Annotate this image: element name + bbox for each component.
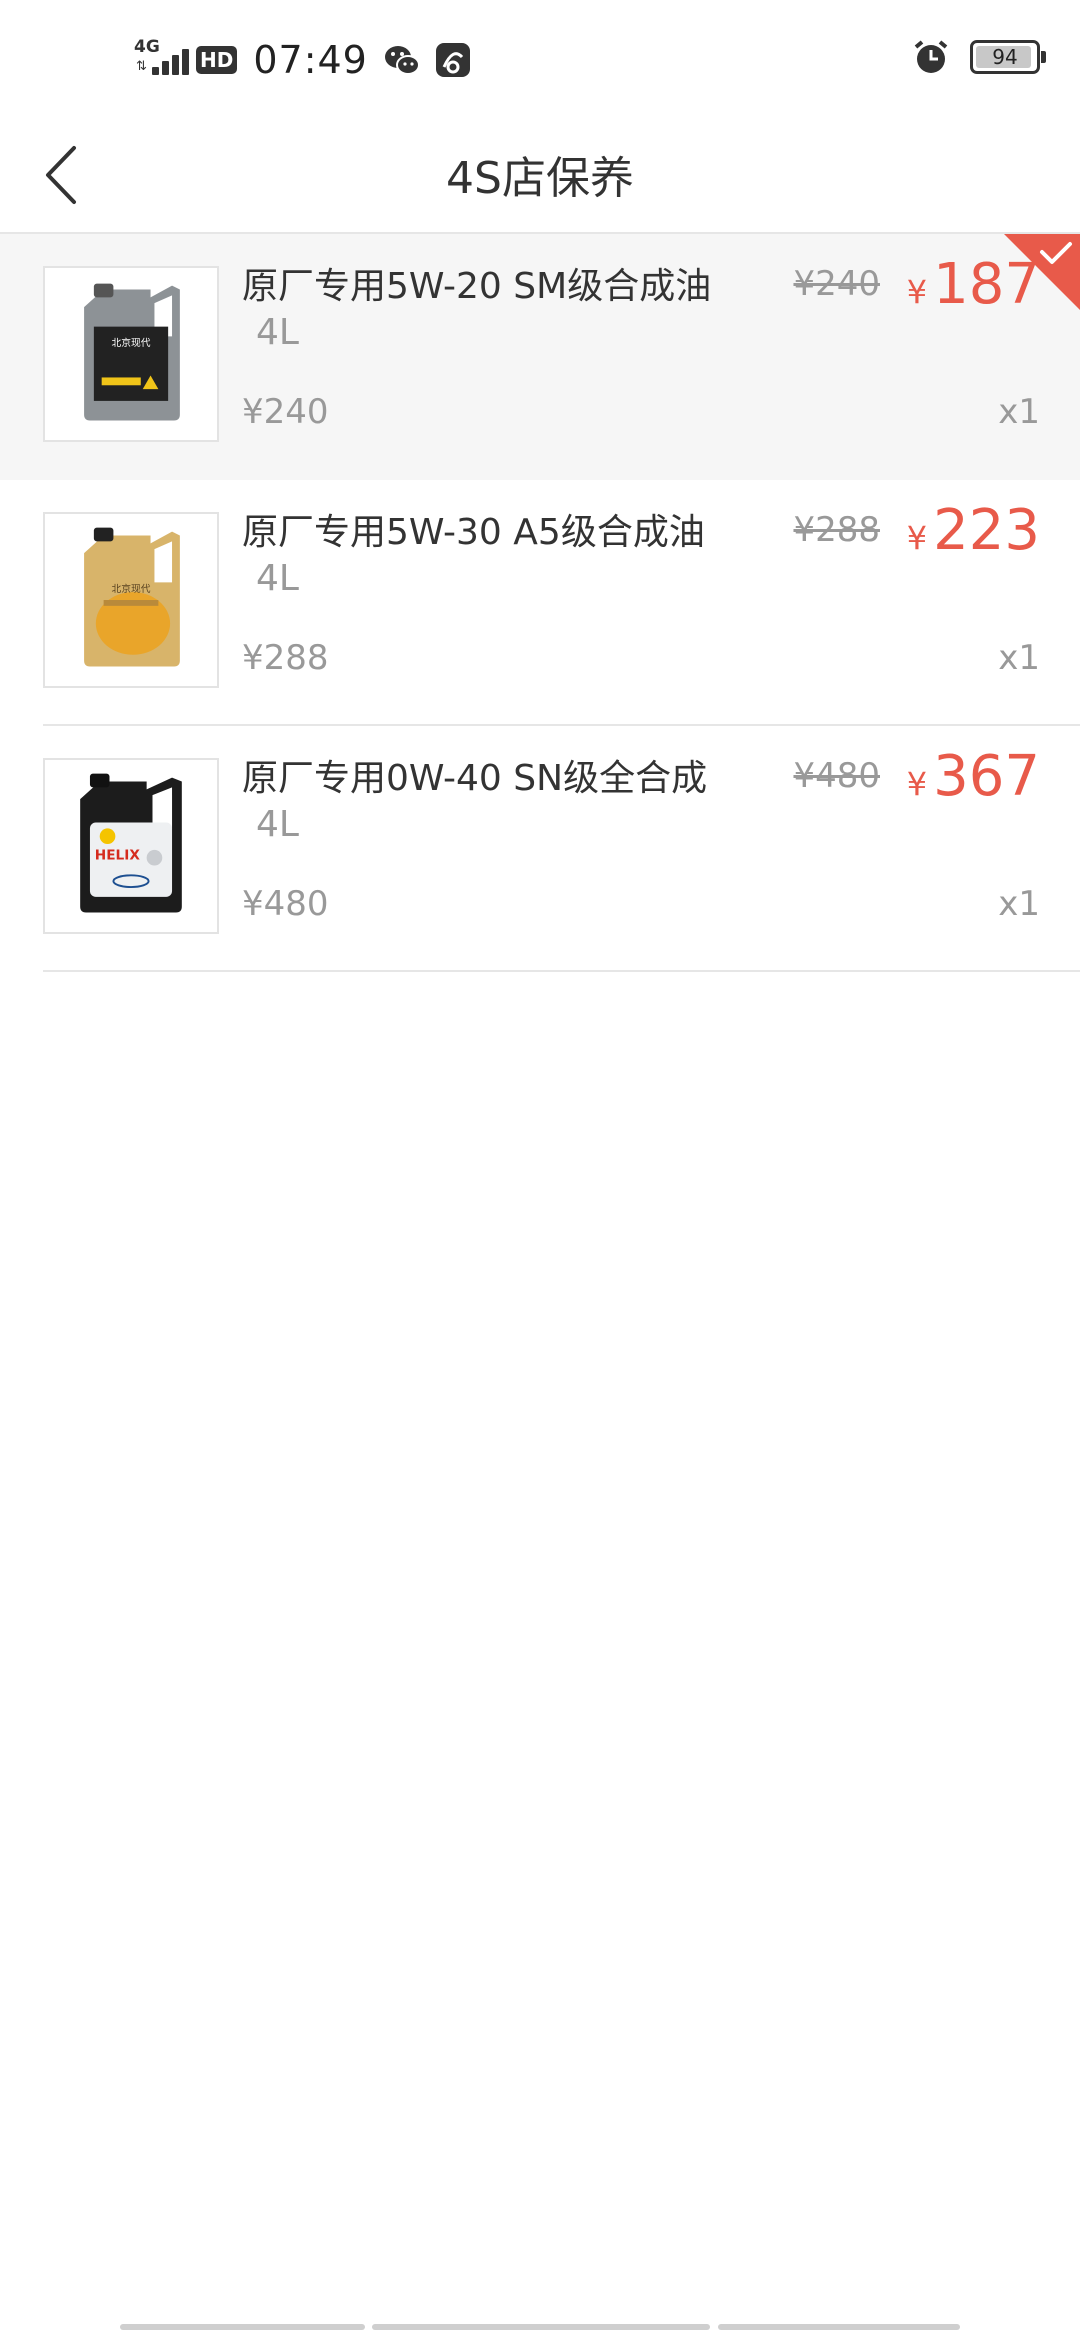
sale-price: ¥223 [907, 498, 1040, 563]
price-value: 223 [933, 498, 1040, 563]
divider [43, 970, 1080, 972]
product-size: 4L [256, 558, 299, 599]
list-price: ¥480 [242, 884, 329, 924]
gesture-nav-bar [0, 2324, 1080, 2332]
price-value: 367 [933, 744, 1040, 809]
list-item[interactable]: 北京现代 原厂专用5W-30 A5级合成油 4L ¥288 ¥223 ¥288 x… [0, 480, 1080, 726]
data-arrows-icon: ⇅ [136, 59, 147, 74]
product-name: 原厂专用0W-40 SN级全合成 4L [242, 756, 732, 848]
product-title: 原厂专用0W-40 SN级全合成 [242, 758, 708, 799]
product-name: 原厂专用5W-30 A5级合成油 4L [242, 510, 732, 602]
quantity: x1 [998, 392, 1040, 432]
original-price: ¥240 [793, 264, 880, 304]
list-item[interactable]: 北京现代 原厂专用5W-20 SM级合成油4L ¥240 ¥187 ¥240 x… [0, 234, 1080, 480]
app-notification-icon [435, 43, 470, 77]
currency-symbol: ¥ [906, 765, 928, 803]
product-list: 北京现代 原厂专用5W-20 SM级合成油4L ¥240 ¥187 ¥240 x… [0, 234, 1080, 972]
header: 4S店保养 [0, 120, 1080, 234]
wechat-icon [384, 46, 420, 75]
selected-check-icon[interactable] [1004, 234, 1080, 310]
sale-price: ¥367 [907, 744, 1040, 809]
page-title: 4S店保养 [446, 153, 634, 204]
currency-symbol: ¥ [906, 273, 928, 311]
svg-text:HELIX: HELIX [95, 848, 141, 864]
oil-can-gray-image: 北京现代 [45, 268, 217, 440]
quantity: x1 [998, 638, 1040, 678]
product-size: 4L [256, 312, 299, 353]
quantity: x1 [998, 884, 1040, 924]
product-image: HELIX [43, 758, 219, 934]
battery-level: 94 [992, 45, 1018, 69]
battery-icon: 94 [970, 40, 1046, 74]
product-title: 原厂专用5W-20 SM级合成油 [242, 266, 712, 307]
currency-symbol: ¥ [906, 519, 928, 557]
svg-text:北京现代: 北京现代 [111, 336, 150, 349]
product-size: 4L [256, 804, 299, 845]
status-bar: 4G ⇅ HD 07:49 94 [0, 0, 1080, 120]
alarm-icon [914, 40, 948, 73]
original-price: ¥480 [793, 756, 880, 796]
svg-text:北京现代: 北京现代 [111, 582, 150, 595]
original-price: ¥288 [793, 510, 880, 550]
list-item[interactable]: HELIX 原厂专用0W-40 SN级全合成4L ¥480 ¥367 ¥480 … [0, 726, 1080, 972]
product-image: 北京现代 [43, 266, 219, 442]
status-time: 07:49 [253, 38, 368, 82]
product-title: 原厂专用5W-30 A5级合成油 [242, 512, 705, 553]
oil-can-black-image: HELIX [45, 760, 217, 932]
list-price: ¥240 [242, 392, 329, 432]
list-price: ¥288 [242, 638, 329, 678]
product-image: 北京现代 [43, 512, 219, 688]
product-name: 原厂专用5W-20 SM级合成油 4L [242, 264, 732, 356]
network-type: 4G [134, 37, 160, 57]
hd-badge: HD [196, 46, 238, 74]
oil-can-gold-image: 北京现代 [45, 514, 217, 686]
signal-icon: 4G ⇅ [134, 35, 190, 85]
